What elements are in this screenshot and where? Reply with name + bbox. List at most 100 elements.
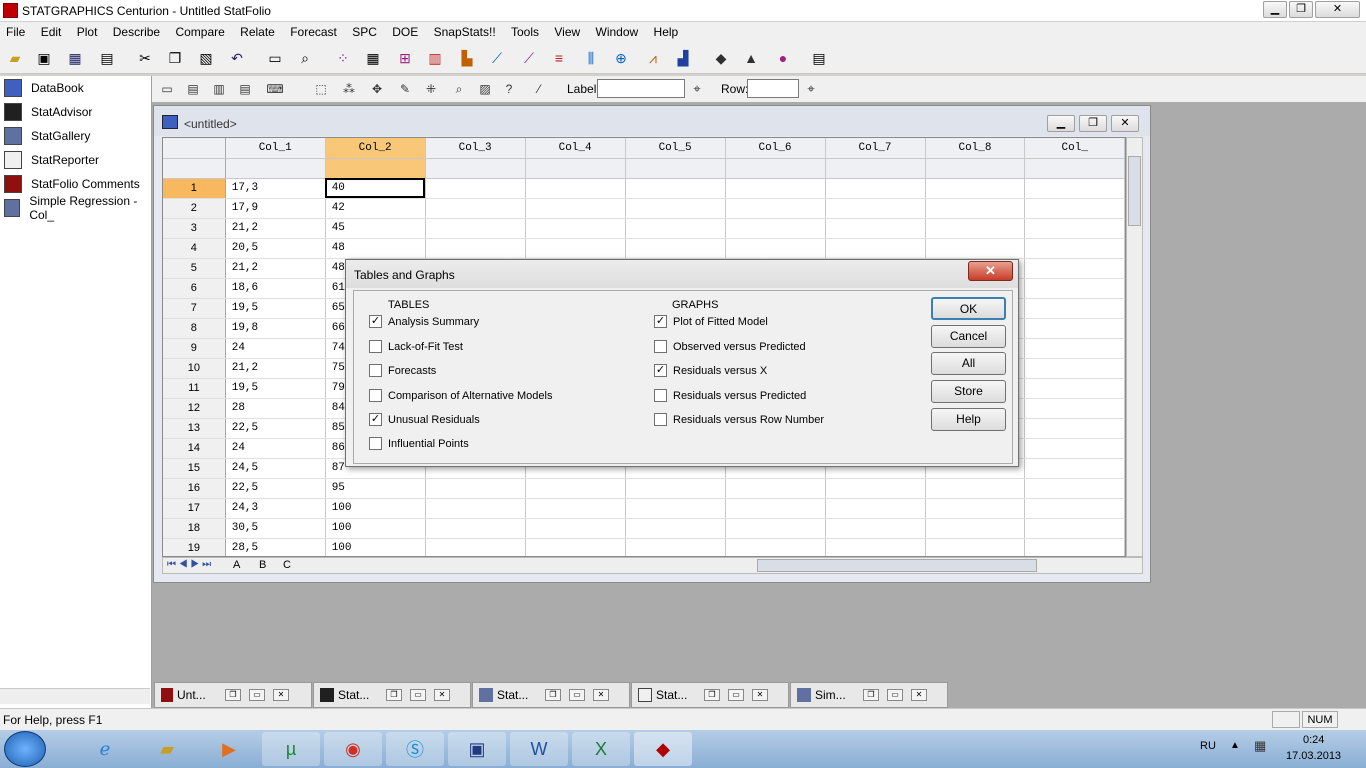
empty-cell[interactable] — [825, 198, 926, 219]
empty-cell[interactable] — [1024, 218, 1125, 239]
empty-cell[interactable] — [1024, 278, 1125, 299]
data-cell[interactable]: 28,5 — [225, 538, 326, 556]
menu-describe[interactable]: Describe — [107, 22, 166, 39]
empty-cell[interactable] — [525, 218, 626, 239]
col-header-5[interactable]: Col_5 — [625, 138, 726, 159]
multivariate-icon[interactable]: ⫼ — [580, 47, 602, 69]
data-cell[interactable]: 17,3 — [225, 178, 326, 199]
empty-cell[interactable] — [725, 478, 826, 499]
data-cell[interactable]: 45 — [325, 218, 426, 239]
col-header-6[interactable]: Col_6 — [725, 138, 826, 159]
data-cell[interactable]: 22,5 — [225, 478, 326, 499]
menu-help[interactable]: Help — [648, 22, 685, 39]
close-icon[interactable]: ✕ — [593, 689, 609, 701]
data-cell[interactable]: 19,5 — [225, 298, 326, 319]
empty-cell[interactable] — [1024, 478, 1125, 499]
close-icon[interactable]: ✕ — [273, 689, 289, 701]
regression-icon[interactable]: ⟋ — [518, 47, 540, 69]
empty-cell[interactable] — [1024, 178, 1125, 199]
col-label-cell[interactable] — [625, 158, 726, 179]
minimized-statadvisor-window[interactable]: Stat... ❐ ▭ ✕ — [313, 682, 471, 708]
check-forecasts[interactable]: Forecasts — [369, 364, 436, 377]
matrix-icon[interactable]: ▦ — [362, 47, 384, 69]
crosshair-icon[interactable]: ⊕ — [610, 47, 632, 69]
maximize-icon[interactable]: ▭ — [410, 689, 426, 701]
close-icon[interactable]: ✕ — [434, 689, 450, 701]
data-cell[interactable]: 21,2 — [225, 258, 326, 279]
close-icon[interactable]: ✕ — [752, 689, 768, 701]
minimize-button[interactable]: ▁ — [1263, 1, 1287, 18]
empty-cell[interactable] — [925, 518, 1026, 539]
check-observed-versus-predicted[interactable]: Observed versus Predicted — [654, 340, 806, 353]
empty-cell[interactable] — [925, 238, 1026, 259]
save-icon[interactable]: ▣ — [33, 47, 55, 69]
row-header[interactable]: 8 — [163, 318, 226, 339]
row-header[interactable]: 14 — [163, 438, 226, 459]
empty-cell[interactable] — [1024, 318, 1125, 339]
label-search-input[interactable] — [597, 79, 685, 98]
row-search-input[interactable] — [747, 79, 799, 98]
nav-simple-regression[interactable]: Simple Regression - Col_ — [4, 194, 151, 222]
restore-icon[interactable]: ❐ — [386, 689, 402, 701]
label-points-icon[interactable]: ⁂ — [340, 80, 358, 98]
check-unusual-residuals[interactable]: ✓ Unusual Residuals — [369, 413, 480, 426]
grid-icon[interactable]: ▦ — [64, 47, 86, 69]
row-header[interactable]: 1 — [163, 178, 226, 199]
menu-compare[interactable]: Compare — [169, 22, 230, 39]
utorrent-icon[interactable]: µ — [262, 732, 320, 766]
store-button[interactable]: Store — [931, 380, 1006, 403]
data-cell[interactable]: 40 — [325, 178, 426, 199]
col-header-9[interactable]: Col_ — [1024, 138, 1125, 159]
print-preview-icon[interactable]: ⌕ — [294, 47, 316, 69]
excel-icon[interactable]: X — [572, 732, 630, 766]
data-cell[interactable]: 24,3 — [225, 498, 326, 519]
dialog-close-button[interactable]: ✕ — [968, 261, 1013, 281]
empty-cell[interactable] — [1024, 398, 1125, 419]
check-comparison-alternative-models[interactable]: Comparison of Alternative Models — [369, 389, 552, 402]
empty-cell[interactable] — [525, 478, 626, 499]
save-app-icon[interactable]: ▣ — [448, 732, 506, 766]
restore-icon[interactable]: ❐ — [225, 689, 241, 701]
empty-cell[interactable] — [1024, 498, 1125, 519]
datasheet-close-button[interactable]: ✕ — [1111, 115, 1139, 132]
minimized-untitled-window[interactable]: Unt... ❐ ▭ ✕ — [154, 682, 312, 708]
row-header[interactable]: 18 — [163, 518, 226, 539]
brush-icon[interactable]: ✎ — [396, 80, 414, 98]
statadvisor-icon[interactable]: ● — [772, 47, 794, 69]
datasheet-restore-button[interactable]: ❐ — [1079, 115, 1107, 132]
row-header[interactable]: 11 — [163, 378, 226, 399]
nav-databook[interactable]: DataBook — [4, 78, 84, 98]
select-all-corner[interactable] — [163, 138, 226, 159]
data-cell[interactable]: 18,6 — [225, 278, 326, 299]
empty-cell[interactable] — [1024, 238, 1125, 259]
row-header[interactable]: 6 — [163, 278, 226, 299]
data-cell[interactable]: 24 — [225, 438, 326, 459]
row-header[interactable]: 4 — [163, 238, 226, 259]
empty-cell[interactable] — [825, 538, 926, 556]
flask-icon[interactable]: ▲ — [740, 47, 762, 69]
col-header-2[interactable]: Col_2 — [325, 138, 426, 159]
empty-cell[interactable] — [825, 238, 926, 259]
check-analysis-summary[interactable]: ✓ Analysis Summary — [369, 315, 479, 328]
menu-spc[interactable]: SPC — [346, 22, 383, 39]
data-cell[interactable]: 19,8 — [225, 318, 326, 339]
select-icon[interactable]: ⬚ — [312, 80, 330, 98]
row-header[interactable]: 15 — [163, 458, 226, 479]
data-cell[interactable]: 100 — [325, 518, 426, 539]
row-header[interactable]: 3 — [163, 218, 226, 239]
empty-cell[interactable] — [625, 538, 726, 556]
row-header[interactable]: 7 — [163, 298, 226, 319]
data-cell[interactable]: 24,5 — [225, 458, 326, 479]
nav-statadvisor[interactable]: StatAdvisor — [4, 102, 92, 122]
empty-cell[interactable] — [925, 538, 1026, 556]
empty-cell[interactable] — [1024, 458, 1125, 479]
row-header[interactable]: 5 — [163, 258, 226, 279]
explorer-icon[interactable]: ▰ — [138, 732, 196, 766]
check-lack-of-fit-test[interactable]: Lack-of-Fit Test — [369, 340, 463, 353]
chrome-icon[interactable]: ◉ — [324, 732, 382, 766]
sheet-icon[interactable]: ▭ — [158, 80, 176, 98]
sheet-tab-a[interactable]: A — [233, 559, 240, 571]
empty-cell[interactable] — [525, 498, 626, 519]
hatch-icon[interactable]: ▨ — [476, 80, 494, 98]
empty-cell[interactable] — [925, 478, 1026, 499]
